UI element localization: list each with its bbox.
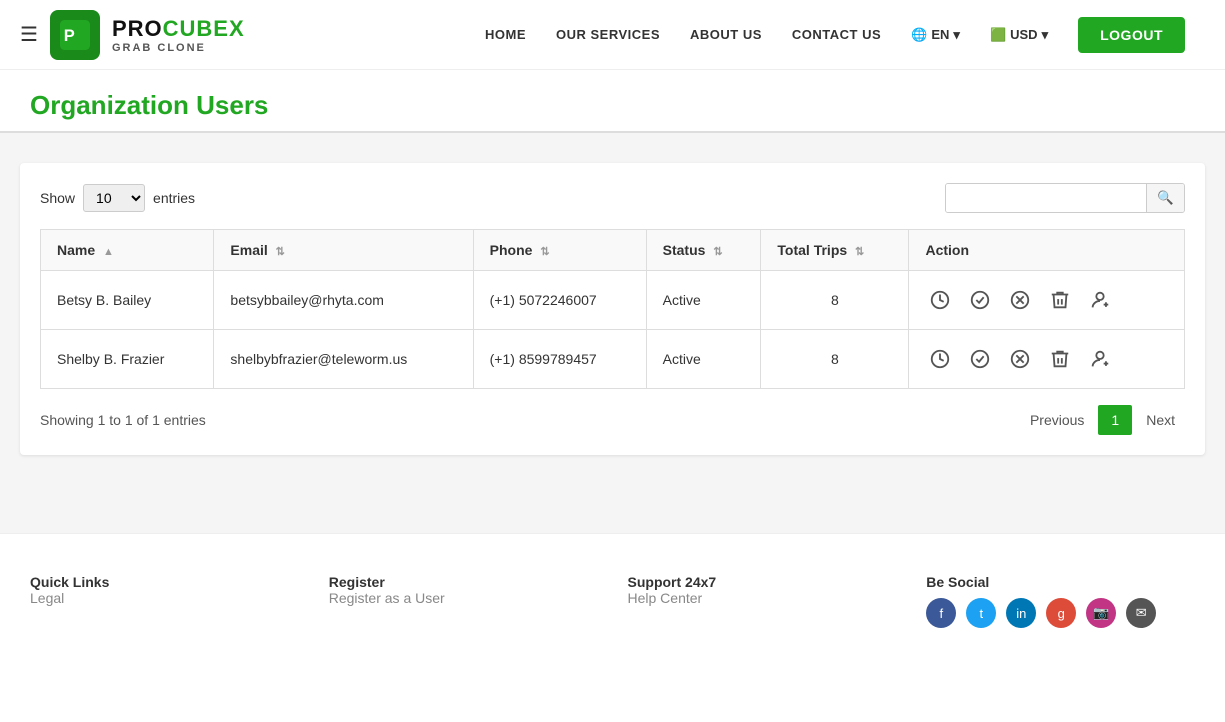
sort-name-icon: ▲ (103, 246, 114, 258)
cell-phone-1: (+1) 8599789457 (473, 330, 646, 389)
cell-action-0 (909, 271, 1185, 330)
page-title-section: Organization Users (0, 70, 1225, 133)
sort-trips-icon: ⇅ (855, 246, 864, 258)
register-title: Register (329, 574, 598, 590)
col-phone[interactable]: Phone ⇅ (473, 230, 646, 271)
social-icons-row: f t in g 📷 ✉ (926, 598, 1195, 628)
footer-register: Register Register as a User (329, 574, 598, 628)
header: ☰ P PROCUBEX GRAB CLONE HOME OUR SERVICE… (0, 0, 1225, 70)
email-icon[interactable]: ✉ (1126, 598, 1156, 628)
page-title: Organization Users (30, 90, 1195, 121)
col-action: Action (909, 230, 1185, 271)
cell-status-1: Active (646, 330, 761, 389)
footer-social: Be Social f t in g 📷 ✉ (926, 574, 1195, 628)
twitter-icon[interactable]: t (966, 598, 996, 628)
instagram-icon[interactable]: 📷 (1086, 598, 1116, 628)
show-label: Show (40, 190, 75, 206)
search-box: 🔍 (945, 183, 1185, 213)
search-input[interactable] (946, 184, 1146, 212)
nav-about-us[interactable]: ABOUT US (690, 27, 762, 42)
table-header: Name ▲ Email ⇅ Phone ⇅ Status ⇅ (41, 230, 1185, 271)
table-row: Shelby B. Frazier shelbybfrazier@telewor… (41, 330, 1185, 389)
users-table: Name ▲ Email ⇅ Phone ⇅ Status ⇅ (40, 229, 1185, 389)
cell-trips-1: 8 (761, 330, 909, 389)
cell-status-0: Active (646, 271, 761, 330)
cell-phone-0: (+1) 5072246007 (473, 271, 646, 330)
hamburger-menu[interactable]: ☰ (20, 22, 38, 47)
cell-action-1 (909, 330, 1185, 389)
language-selector[interactable]: 🌐 EN ▾ (911, 27, 960, 43)
entries-select[interactable]: 10 25 50 100 (83, 184, 145, 212)
approve-icon-0[interactable] (965, 285, 995, 315)
delete-icon-1[interactable] (1045, 344, 1075, 374)
show-entries: Show 10 25 50 100 entries (40, 184, 195, 212)
footer-link-help-center[interactable]: Help Center (628, 590, 897, 606)
edit-user-icon-1[interactable] (1085, 344, 1115, 374)
nav-home[interactable]: HOME (485, 27, 526, 42)
social-title: Be Social (926, 574, 1195, 590)
sort-email-icon: ⇅ (276, 246, 285, 258)
history-icon-0[interactable] (925, 285, 955, 315)
history-icon-1[interactable] (925, 344, 955, 374)
google-icon[interactable]: g (1046, 598, 1076, 628)
approve-icon-1[interactable] (965, 344, 995, 374)
cell-name-1: Shelby B. Frazier (41, 330, 214, 389)
support-title: Support 24x7 (628, 574, 897, 590)
linkedin-icon[interactable]: in (1006, 598, 1036, 628)
pagination-section: Showing 1 to 1 of 1 entries Previous 1 N… (40, 405, 1185, 435)
header-left: ☰ P PROCUBEX GRAB CLONE (20, 10, 245, 60)
next-button[interactable]: Next (1136, 406, 1185, 434)
cell-name-0: Betsy B. Bailey (41, 271, 214, 330)
sort-status-icon: ⇅ (713, 246, 722, 258)
reject-icon-1[interactable] (1005, 344, 1035, 374)
footer-support: Support 24x7 Help Center (628, 574, 897, 628)
cell-email-1: shelbybfrazier@teleworm.us (214, 330, 473, 389)
pagination-controls: Previous 1 Next (1020, 405, 1185, 435)
search-button[interactable]: 🔍 (1146, 184, 1184, 212)
cell-trips-0: 8 (761, 271, 909, 330)
page-1-button[interactable]: 1 (1098, 405, 1132, 435)
currency-selector[interactable]: 🟩 USD ▾ (990, 27, 1048, 43)
table-body: Betsy B. Bailey betsybbailey@rhyta.com (… (41, 271, 1185, 389)
col-email[interactable]: Email ⇅ (214, 230, 473, 271)
nav-our-services[interactable]: OUR SERVICES (556, 27, 660, 42)
sort-phone-icon: ⇅ (540, 246, 549, 258)
search-icon: 🔍 (1157, 190, 1174, 205)
main-nav: HOME OUR SERVICES ABOUT US CONTACT US 🌐 … (485, 17, 1185, 53)
currency-label: USD (1010, 27, 1037, 42)
entries-label: entries (153, 190, 195, 206)
reject-icon-0[interactable] (1005, 285, 1035, 315)
logo-icon: P (50, 10, 100, 60)
footer-link-legal[interactable]: Legal (30, 590, 299, 606)
col-name[interactable]: Name ▲ (41, 230, 214, 271)
nav-contact-us[interactable]: CONTACT US (792, 27, 881, 42)
logo-text: PROCUBEX GRAB CLONE (112, 16, 245, 54)
table-row: Betsy B. Bailey betsybbailey@rhyta.com (… (41, 271, 1185, 330)
quick-links-title: Quick Links (30, 574, 299, 590)
showing-text: Showing 1 to 1 of 1 entries (40, 412, 206, 428)
footer-link-register-user[interactable]: Register as a User (329, 590, 598, 606)
edit-user-icon-0[interactable] (1085, 285, 1115, 315)
table-controls: Show 10 25 50 100 entries 🔍 (40, 183, 1185, 213)
facebook-icon[interactable]: f (926, 598, 956, 628)
delete-icon-0[interactable] (1045, 285, 1075, 315)
col-total-trips[interactable]: Total Trips ⇅ (761, 230, 909, 271)
col-status[interactable]: Status ⇅ (646, 230, 761, 271)
language-chevron-icon: ▾ (953, 27, 960, 43)
logo-sub: GRAB CLONE (112, 42, 245, 54)
logo-brand: PROCUBEX (112, 16, 245, 42)
svg-text:P: P (64, 27, 75, 45)
users-card: Show 10 25 50 100 entries 🔍 (20, 163, 1205, 455)
currency-chevron-icon: ▾ (1042, 27, 1049, 43)
footer-grid: Quick Links Legal Register Register as a… (30, 574, 1195, 628)
logout-button[interactable]: LOGOUT (1078, 17, 1185, 53)
main-content: Show 10 25 50 100 entries 🔍 (0, 133, 1225, 533)
previous-button[interactable]: Previous (1020, 406, 1094, 434)
footer: Quick Links Legal Register Register as a… (0, 533, 1225, 648)
language-label: EN (931, 27, 949, 42)
cell-email-0: betsybbailey@rhyta.com (214, 271, 473, 330)
footer-quick-links: Quick Links Legal (30, 574, 299, 628)
